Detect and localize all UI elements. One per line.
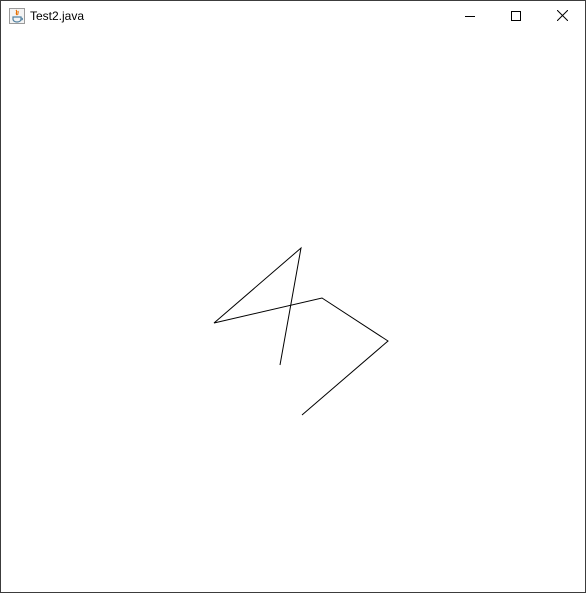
line-drawing: [213, 246, 389, 416]
title-bar[interactable]: Test2.java: [1, 1, 585, 32]
java-cup-icon[interactable]: [9, 8, 25, 24]
minimize-button[interactable]: [447, 1, 493, 32]
close-icon: [556, 8, 568, 26]
app-window: Test2.java: [0, 0, 586, 593]
maximize-icon: [511, 8, 521, 26]
close-button[interactable]: [539, 1, 585, 32]
drawing-canvas[interactable]: [1, 32, 585, 592]
maximize-button[interactable]: [493, 1, 539, 32]
drawn-polyline: [213, 246, 389, 416]
minimize-icon: [465, 8, 475, 26]
window-title: Test2.java: [30, 9, 85, 23]
